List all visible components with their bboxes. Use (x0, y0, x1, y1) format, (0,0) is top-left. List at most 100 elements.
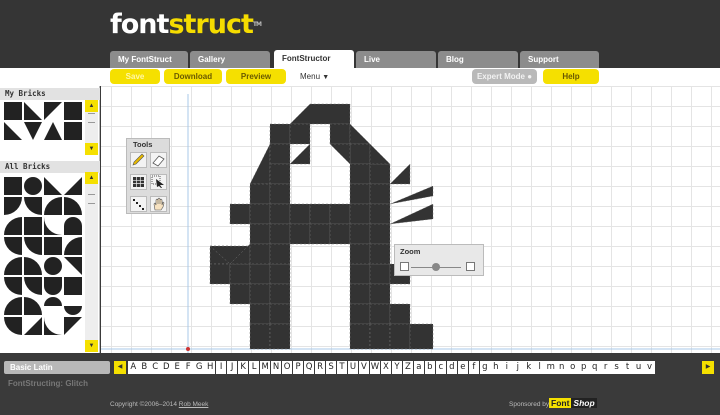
char-cell[interactable]: H (204, 361, 216, 374)
char-cell[interactable]: e (457, 361, 469, 374)
char-cell[interactable]: M (259, 361, 271, 374)
help-button[interactable]: Help (543, 69, 599, 84)
char-cell[interactable]: F (182, 361, 194, 374)
char-cell[interactable]: L (248, 361, 260, 374)
fontstruct-logo[interactable]: fontstructTM (110, 10, 262, 40)
char-cell[interactable]: T (336, 361, 348, 374)
fill-tool[interactable] (130, 174, 147, 190)
glyph-brick (369, 223, 391, 245)
char-cell[interactable]: O (281, 361, 293, 374)
char-cell[interactable]: V (358, 361, 370, 374)
glyph-brick (269, 123, 291, 145)
char-cell[interactable]: Q (303, 361, 315, 374)
char-cell[interactable]: m (545, 361, 556, 374)
char-cell[interactable]: i (501, 361, 513, 374)
char-cell[interactable]: B (138, 361, 150, 374)
glyph-brick (269, 263, 291, 285)
char-cell[interactable]: s (611, 361, 622, 374)
char-cell[interactable]: o (567, 361, 578, 374)
char-cell[interactable]: f (468, 361, 480, 374)
chars-next-icon[interactable]: ▶ (702, 361, 714, 374)
tab-gallery[interactable]: Gallery (190, 51, 270, 68)
brick-triangle (64, 257, 82, 275)
tab-my-fontstruct[interactable]: My FontStruct (110, 51, 188, 68)
char-cell[interactable]: Z (402, 361, 414, 374)
char-cell[interactable]: r (600, 361, 611, 374)
char-cell[interactable]: v (644, 361, 655, 374)
glyph-brick (289, 223, 311, 245)
char-cell[interactable]: q (589, 361, 600, 374)
tools-palette[interactable]: Tools (126, 138, 170, 214)
char-cell[interactable]: W (369, 361, 381, 374)
char-cell[interactable]: K (237, 361, 249, 374)
char-cell[interactable]: c (435, 361, 447, 374)
all-bricks-grid[interactable] (3, 176, 83, 346)
char-cell[interactable]: g (479, 361, 491, 374)
glyph-brick (389, 303, 411, 325)
header: fontstructTM My FontStruct Gallery FontS… (0, 0, 720, 68)
char-cell[interactable]: j (512, 361, 524, 374)
char-cell[interactable]: Y (391, 361, 403, 374)
tab-fontstructor[interactable]: FontStructor (274, 50, 354, 68)
char-cell[interactable]: u (633, 361, 644, 374)
glyph-brick (349, 243, 371, 265)
tab-support[interactable]: Support (520, 51, 599, 68)
preview-button[interactable]: Preview (226, 69, 286, 84)
scroll-down-icon[interactable]: ▼ (85, 340, 98, 352)
zoom-in-icon[interactable] (466, 262, 475, 271)
fontshop-logo[interactable]: Font Shop (549, 398, 599, 411)
char-cell[interactable]: t (622, 361, 633, 374)
char-cell[interactable]: C (149, 361, 161, 374)
char-cell[interactable]: N (270, 361, 282, 374)
download-button[interactable]: Download (164, 69, 222, 84)
line-tool[interactable] (130, 196, 147, 212)
copyright-text: Copyright ©2006–2014 (110, 401, 177, 408)
char-cell[interactable]: A (128, 361, 140, 374)
hand-tool[interactable] (150, 196, 167, 212)
glyph-brick (289, 203, 311, 225)
char-cell[interactable]: b (424, 361, 436, 374)
select-tool[interactable] (150, 174, 167, 190)
char-cell[interactable]: P (292, 361, 304, 374)
char-cell[interactable]: S (325, 361, 337, 374)
tab-blog[interactable]: Blog (438, 51, 518, 68)
my-bricks-grid[interactable] (3, 101, 83, 149)
zoom-slider-handle[interactable] (432, 263, 440, 271)
char-cell[interactable]: a (413, 361, 425, 374)
scroll-up-icon[interactable]: ▲ (85, 172, 98, 184)
glyph-canvas[interactable] (101, 86, 720, 353)
char-cell[interactable]: d (446, 361, 458, 374)
zoom-out-icon[interactable] (400, 262, 409, 271)
author-link[interactable]: Rob Meek (179, 401, 209, 408)
char-cell[interactable]: n (556, 361, 567, 374)
save-button[interactable]: Save (110, 69, 160, 84)
glyph-brick (349, 203, 371, 225)
char-cell[interactable]: h (490, 361, 502, 374)
menu-dropdown[interactable]: Menu ▼ (300, 69, 329, 84)
char-cell[interactable]: D (160, 361, 172, 374)
scroll-thumb[interactable] (88, 113, 95, 123)
eraser-tool[interactable] (150, 152, 167, 168)
expert-mode-button[interactable]: Expert Mode ● (472, 69, 537, 84)
scroll-thumb[interactable] (88, 194, 95, 204)
my-bricks-scrollbar[interactable]: ▲ ▼ (85, 100, 98, 155)
char-cell[interactable]: I (215, 361, 227, 374)
char-cell[interactable]: X (380, 361, 392, 374)
char-cell[interactable]: G (193, 361, 205, 374)
dotted-line-icon (133, 199, 144, 210)
char-cell[interactable]: U (347, 361, 359, 374)
char-cell[interactable]: p (578, 361, 589, 374)
tab-live[interactable]: Live (356, 51, 436, 68)
char-cell[interactable]: E (171, 361, 183, 374)
scroll-down-icon[interactable]: ▼ (85, 143, 98, 155)
chars-prev-icon[interactable]: ◀ (114, 361, 126, 374)
brick-triangle (64, 177, 82, 195)
char-cell[interactable]: l (534, 361, 546, 374)
scroll-up-icon[interactable]: ▲ (85, 100, 98, 112)
pencil-tool[interactable] (130, 152, 147, 168)
char-cell[interactable]: k (523, 361, 535, 374)
charset-select[interactable]: Basic Latin (4, 361, 110, 374)
char-cell[interactable]: J (226, 361, 238, 374)
all-bricks-scrollbar[interactable]: ▲ ▼ (85, 172, 98, 352)
char-cell[interactable]: R (314, 361, 326, 374)
